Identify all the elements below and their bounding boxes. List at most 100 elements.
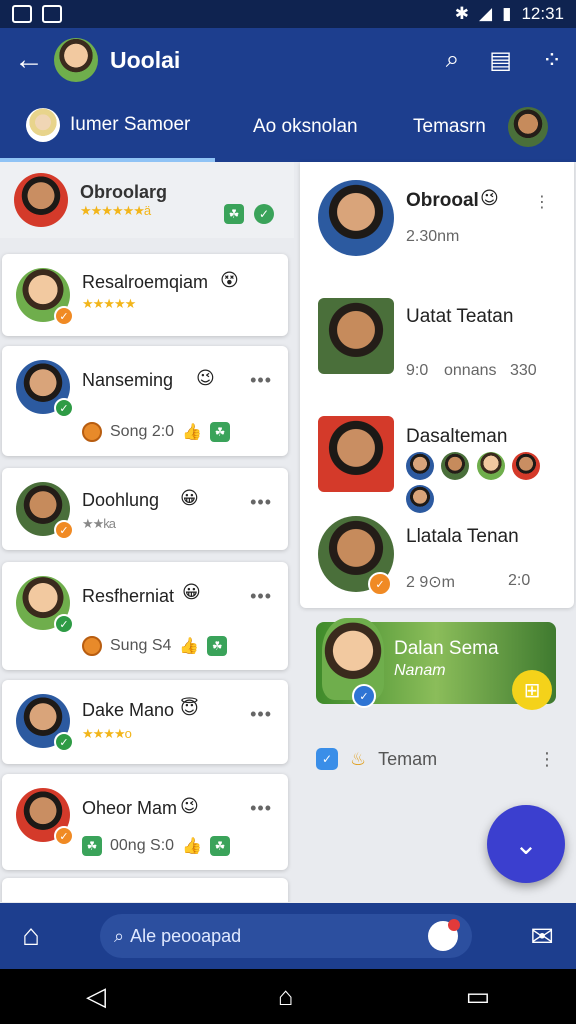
- list-item-name: Nanseming: [82, 370, 174, 390]
- app-badge-icon: ☘: [209, 422, 230, 442]
- home-icon[interactable]: ⌂: [22, 919, 78, 953]
- more-options-icon[interactable]: ⋮: [534, 192, 550, 212]
- list-item-name: Oheor Mam: [82, 798, 178, 818]
- like-icon: 👍: [182, 838, 202, 855]
- detail-item-name: Uatat Teatan: [406, 306, 514, 327]
- detail-item[interactable]: Obrooal 😉 ⋮ 2.30nm: [300, 176, 574, 272]
- more-options-icon[interactable]: •••: [250, 798, 272, 819]
- list-item[interactable]: ✓ Resalroemqiam 😵 ★★★★★: [2, 254, 288, 336]
- like-icon: 👍: [182, 424, 202, 441]
- avatar: [318, 180, 394, 256]
- back-icon[interactable]: ◁: [86, 981, 106, 1012]
- detail-item-name: Dasalteman: [406, 426, 508, 447]
- detail-item-time: 2.30nm: [406, 228, 460, 245]
- app-badge-icon: ☘: [82, 836, 102, 856]
- emoji: 😀: [180, 488, 199, 508]
- chat-list: Obroolarg ★★★★★★ä ☘ ✓ ✓ Resalroemqiam 😵 …: [0, 162, 294, 902]
- rating-stars: ★★★★o: [82, 726, 132, 741]
- status-badge-icon: ✓: [368, 572, 392, 596]
- app-badge-icon: ☘: [224, 204, 244, 224]
- list-item[interactable]: ✓ Oheor Mam 😉 ••• ☘ 00ng S:0 👍 ☘: [2, 774, 288, 870]
- grid-icon[interactable]: ⊞: [512, 670, 552, 710]
- detail-item-name: Obrooal: [406, 190, 479, 211]
- recents-icon[interactable]: ▭: [465, 981, 490, 1012]
- detail-item[interactable]: Uatat Teatan 9:0 onnans 330: [300, 290, 574, 400]
- status-badge-icon: ✓: [54, 826, 74, 846]
- avatar: [406, 452, 434, 480]
- list-item-meta: Song 2:0: [110, 423, 175, 440]
- notification-icon: [12, 5, 32, 23]
- status-left-icons: [12, 5, 62, 23]
- list-item[interactable]: ✓ Nanseming 😉 ••• Song 2:0 👍 ☘: [2, 346, 288, 456]
- emoji: 😉: [196, 368, 215, 388]
- promo-card[interactable]: ✓ Dalan Sema Nanam ⊞: [316, 618, 556, 710]
- notification-icon: [42, 5, 62, 23]
- status-badge-icon: ✓: [54, 398, 74, 418]
- pages-icon[interactable]: ▤: [489, 46, 512, 75]
- list-item[interactable]: [2, 878, 288, 902]
- like-icon: 👍: [179, 638, 200, 655]
- rating-stars: ★★★★★: [82, 296, 136, 311]
- participants-avatars: [406, 452, 574, 518]
- verified-badge-icon: ✓: [352, 684, 376, 708]
- coin-icon: [82, 422, 102, 442]
- thumbnail-image: [318, 416, 394, 492]
- avatar: [507, 107, 548, 147]
- more-options-icon[interactable]: •••: [250, 492, 272, 513]
- footer-row[interactable]: ✓ ♨ Temam ⋮: [316, 742, 556, 776]
- list-item[interactable]: ✓ Dake Mano 😇 ••• ★★★★o: [2, 680, 288, 764]
- tab-label: Ao oksnolan: [253, 116, 358, 137]
- back-arrow-icon[interactable]: ←: [14, 43, 54, 77]
- search-icon[interactable]: ⌕: [446, 46, 459, 74]
- bluetooth-icon: ✱: [454, 4, 470, 23]
- tab-1[interactable]: Iumer Samoer: [0, 92, 215, 162]
- footer-label: Temam: [378, 748, 438, 769]
- promo-subtitle: Nanam: [394, 662, 446, 679]
- more-options-icon[interactable]: •••: [250, 370, 272, 391]
- bottom-nav: ⌂ ⌕ Ale peooapad ✉: [0, 903, 576, 969]
- chat-bubble-icon[interactable]: [428, 919, 460, 951]
- search-icon: ⌕: [114, 925, 125, 946]
- list-item[interactable]: ✓ Resfherniat 😀 ••• Sung S4 👍 ☘: [2, 562, 288, 670]
- avatar: [476, 452, 505, 480]
- detail-item[interactable]: ✓ Llatala Tenan 2 9⊙m 2:0: [300, 510, 574, 606]
- home-nav-icon[interactable]: ⌂: [278, 981, 294, 1012]
- search-bar[interactable]: ⌕ Ale peooapad: [100, 914, 472, 958]
- filter-fab-button[interactable]: ⌄: [487, 805, 565, 883]
- list-item[interactable]: ✓ Doohlung 😀 ••• ★★ka: [2, 468, 288, 550]
- status-right-icons: ✱ ◢ ▮ 12:31: [455, 4, 564, 24]
- more-options-icon[interactable]: •••: [250, 704, 272, 725]
- coin-icon: [82, 636, 102, 656]
- more-options-icon[interactable]: ⋮: [538, 749, 556, 770]
- detail-item[interactable]: Dasalteman: [300, 410, 574, 513]
- avatar[interactable]: [54, 38, 98, 82]
- status-badge-icon: ✓: [54, 306, 74, 326]
- detail-item-name: Llatala Tenan: [406, 526, 519, 547]
- detail-item-time: 2 9⊙m: [406, 574, 455, 591]
- tab-3[interactable]: Temasrn: [403, 92, 558, 162]
- tab-2[interactable]: Ao oksnolan: [243, 92, 383, 162]
- more-options-icon[interactable]: •••: [250, 586, 272, 607]
- list-header-card[interactable]: Obroolarg ★★★★★★ä ☘ ✓: [0, 162, 294, 238]
- app-badge-icon: ☘: [209, 836, 230, 856]
- emoji: 😉: [480, 188, 499, 208]
- mail-icon[interactable]: ✉: [531, 920, 554, 953]
- list-item-name: Resalroemqiam: [82, 272, 209, 292]
- list-item-name: Obroolarg: [80, 181, 168, 202]
- avatar: [441, 452, 470, 480]
- app-badge-icon: ✓: [254, 204, 274, 224]
- more-icon[interactable]: ⁘: [542, 46, 562, 75]
- avatar: [26, 108, 60, 142]
- tab-bar: Iumer Samoer Ao oksnolan Temasrn: [0, 92, 576, 162]
- battery-icon: ▮: [502, 4, 512, 23]
- search-placeholder: Ale peooapad: [130, 925, 242, 946]
- rating-stars: ★★★★★★ä: [80, 202, 151, 218]
- app-badge-icon: ☘: [207, 636, 228, 656]
- status-badge-icon: ✓: [54, 732, 74, 752]
- emoji: 😇: [180, 698, 199, 718]
- character-image: [322, 618, 384, 700]
- avatar: [512, 452, 541, 480]
- system-navigation-bar: ◁ ⌂ ▭: [0, 969, 576, 1024]
- app-bar: ← Uoolai ⌕ ▤ ⁘: [0, 28, 576, 92]
- rating-stars: ★★ka: [82, 516, 116, 531]
